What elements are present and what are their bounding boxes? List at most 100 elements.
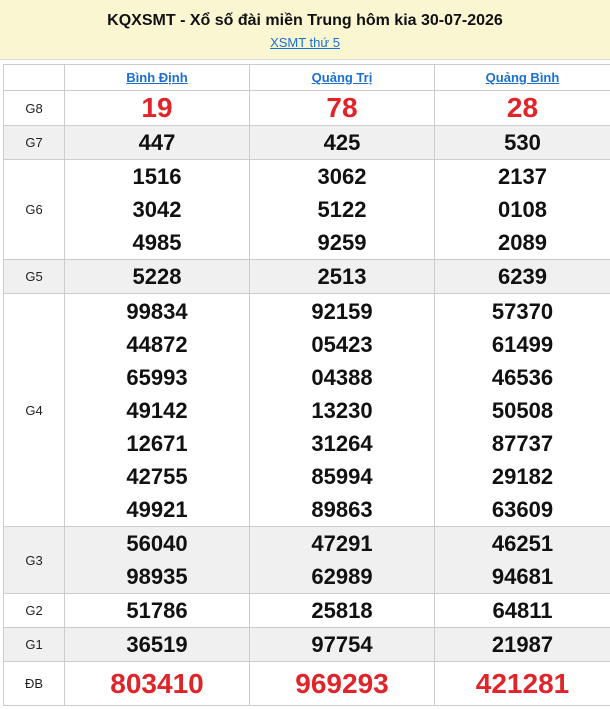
result-cell: 19 xyxy=(64,90,250,126)
results-table: Bình Định Quảng Trị Quảng Bình G8 19 78 … xyxy=(3,64,610,706)
result-number: 3062 xyxy=(317,164,367,189)
result-cell: 57370 61499 46536 50508 87737 29182 6360… xyxy=(434,293,610,527)
special-prize-number: 803410 xyxy=(110,667,204,699)
prize-row-g4: G4 99834 44872 65993 49142 12671 42755 4… xyxy=(3,293,610,527)
result-number: 3042 xyxy=(132,197,182,222)
result-cell: 97754 xyxy=(249,627,435,662)
result-cell: 969293 xyxy=(249,661,435,706)
prize-label: ĐB xyxy=(3,661,65,706)
result-number: 62989 xyxy=(311,564,373,589)
result-number: 0108 xyxy=(498,197,547,222)
result-cell: 421281 xyxy=(434,661,610,706)
result-number: 21987 xyxy=(491,632,554,657)
result-number: 2513 xyxy=(317,264,367,289)
result-cell: 530 xyxy=(434,125,610,160)
result-cell: 47291 62989 xyxy=(249,526,435,594)
result-number: 49142 xyxy=(126,397,188,423)
column-header-binh-dinh[interactable]: Bình Định xyxy=(64,64,250,91)
prize-row-g7: G7 447 425 530 xyxy=(3,125,610,160)
result-cell: 51786 xyxy=(64,593,250,628)
result-number: 1516 xyxy=(132,164,182,189)
result-number: 425 xyxy=(323,130,361,155)
special-prize-number: 969293 xyxy=(295,667,389,699)
result-cell: 6239 xyxy=(434,259,610,294)
prize-row-g2: G2 51786 25818 64811 xyxy=(3,593,610,628)
result-number: 46536 xyxy=(491,364,554,390)
prize-label: G1 xyxy=(3,627,65,662)
result-number: 04388 xyxy=(311,364,373,390)
result-number: 05423 xyxy=(311,331,373,357)
result-cell: 3062 5122 9259 xyxy=(249,159,435,260)
result-number: 56040 xyxy=(126,531,188,556)
result-number: 46251 xyxy=(491,531,554,556)
xsmt-weekday-link[interactable]: XSMT thứ 5 xyxy=(270,35,340,50)
result-number: 447 xyxy=(138,130,176,155)
prize-label: G6 xyxy=(3,159,65,260)
result-cell: 56040 98935 xyxy=(64,526,250,594)
prize-label: G4 xyxy=(3,293,65,527)
column-header-quang-binh[interactable]: Quảng Bình xyxy=(434,64,610,91)
prize-row-g8: G8 19 78 28 xyxy=(3,90,610,126)
page-title: KQXSMT - Xổ số đài miền Trung hôm kia 30… xyxy=(107,12,503,29)
result-number: 57370 xyxy=(491,298,554,324)
result-cell: 2513 xyxy=(249,259,435,294)
prize-row-g5: G5 5228 2513 6239 xyxy=(3,259,610,294)
result-number: 92159 xyxy=(311,298,373,324)
result-number: 12671 xyxy=(126,430,188,456)
corner-cell xyxy=(3,64,65,91)
result-number: 97754 xyxy=(311,632,373,657)
result-cell: 78 xyxy=(249,90,435,126)
special-prize-number: 421281 xyxy=(475,667,570,699)
prize-row-g6: G6 1516 3042 4985 3062 5122 9259 2137 01… xyxy=(3,159,610,260)
result-cell: 447 xyxy=(64,125,250,160)
result-number: 19 xyxy=(141,92,173,123)
result-number: 36519 xyxy=(126,632,188,657)
result-number: 25818 xyxy=(311,598,373,623)
result-number: 47291 xyxy=(311,531,373,556)
result-number: 4985 xyxy=(132,230,182,255)
result-number: 5122 xyxy=(317,197,367,222)
result-number: 51786 xyxy=(126,598,188,623)
table-header-row: Bình Định Quảng Trị Quảng Bình xyxy=(3,64,610,91)
result-cell: 99834 44872 65993 49142 12671 42755 4992… xyxy=(64,293,250,527)
page-header: KQXSMT - Xổ số đài miền Trung hôm kia 30… xyxy=(0,0,610,60)
prize-label: G7 xyxy=(3,125,65,160)
result-cell: 28 xyxy=(434,90,610,126)
result-cell: 64811 xyxy=(434,593,610,628)
result-number: 31264 xyxy=(311,430,373,456)
prize-row-g1: G1 36519 97754 21987 xyxy=(3,627,610,662)
result-cell: 425 xyxy=(249,125,435,160)
result-cell: 21987 xyxy=(434,627,610,662)
result-number: 78 xyxy=(326,92,358,123)
result-number: 13230 xyxy=(311,397,373,423)
result-number: 6239 xyxy=(498,264,547,289)
result-number: 2089 xyxy=(498,230,547,255)
prize-label: G5 xyxy=(3,259,65,294)
result-number: 49921 xyxy=(126,496,188,522)
result-cell: 25818 xyxy=(249,593,435,628)
result-cell: 46251 94681 xyxy=(434,526,610,594)
column-header-quang-tri[interactable]: Quảng Trị xyxy=(249,64,435,91)
result-number: 63609 xyxy=(491,496,554,522)
result-number: 50508 xyxy=(491,397,554,423)
result-number: 94681 xyxy=(491,564,554,589)
prize-label: G2 xyxy=(3,593,65,628)
result-number: 89863 xyxy=(311,496,373,522)
result-number: 61499 xyxy=(491,331,554,357)
result-number: 98935 xyxy=(126,564,188,589)
result-number: 29182 xyxy=(491,463,554,489)
result-number: 530 xyxy=(504,130,541,155)
prize-row-special: ĐB 803410 969293 421281 xyxy=(3,661,610,706)
result-number: 65993 xyxy=(126,364,188,390)
result-number: 64811 xyxy=(492,598,553,623)
result-cell: 1516 3042 4985 xyxy=(64,159,250,260)
result-number: 99834 xyxy=(126,298,188,324)
result-cell: 803410 xyxy=(64,661,250,706)
result-cell: 2137 0108 2089 xyxy=(434,159,610,260)
result-number: 28 xyxy=(506,92,539,123)
result-number: 5228 xyxy=(132,264,182,289)
result-number: 85994 xyxy=(311,463,373,489)
prize-label: G3 xyxy=(3,526,65,594)
result-cell: 5228 xyxy=(64,259,250,294)
result-number: 42755 xyxy=(126,463,188,489)
